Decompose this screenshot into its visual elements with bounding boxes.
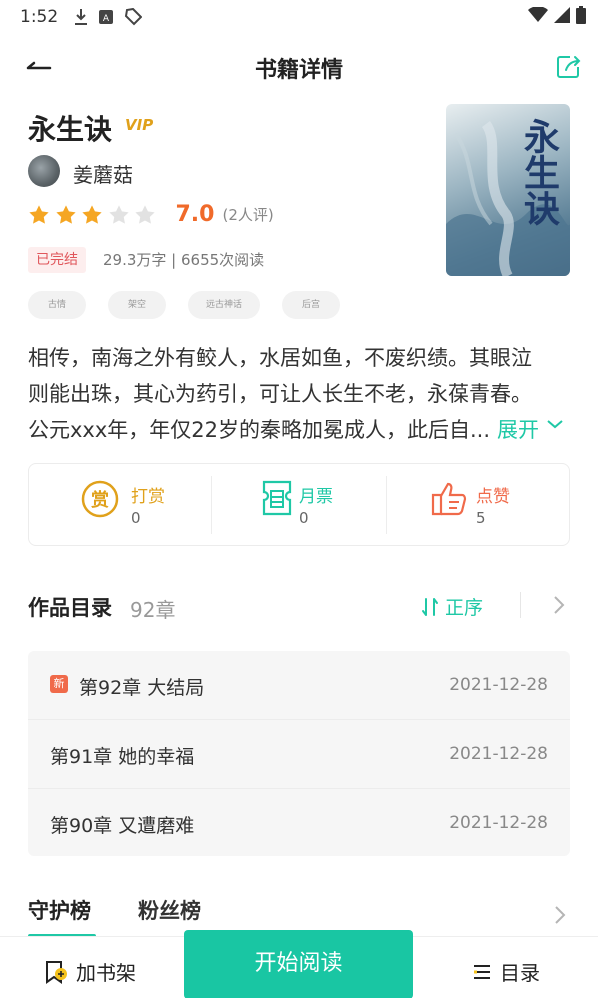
status-time: 1:52 [20,7,59,27]
tab-guardian-ranking[interactable]: 守护榜 [28,895,91,925]
reward-button[interactable]: 赏 打赏 0 [29,464,211,547]
star-filled-icon [55,204,76,224]
chapter-title: 第92章 大结局 [79,677,205,699]
rating-score: 7.0 [175,202,215,227]
reward-label: 打赏 [131,487,165,507]
chapter-date: 2021-12-28 [449,744,548,764]
chapter-row[interactable]: 新 第92章 大结局 2021-12-28 [28,651,570,719]
author-name[interactable]: 姜蘑菇 [73,159,133,188]
a-icon: A [99,10,113,24]
genre-tag[interactable]: 后宫 [282,291,340,319]
wifi-icon [528,7,548,22]
tab-fan-ranking[interactable]: 粉丝榜 [138,895,201,925]
share-icon[interactable] [554,52,584,82]
new-badge: 新 [50,675,68,693]
monthly-ticket-icon [262,480,292,516]
chapter-date: 2021-12-28 [449,675,548,695]
star-empty-icon [135,204,155,224]
rating-row: 7.0 (2人评) [28,202,274,227]
vip-badge: VIP [125,116,154,134]
star-filled-icon [82,204,102,224]
signal-icon [554,7,570,23]
system-icons [528,6,586,24]
genre-tag[interactable]: 古情 [28,291,86,319]
bottom-action-bar: 加书架 开始阅读 目录 [0,930,598,998]
like-count: 5 [476,509,486,527]
add-to-shelf-button[interactable]: 加书架 [44,957,136,986]
cover-title: 永生诀 [518,118,560,226]
chapter-list: 新 第92章 大结局 2021-12-28 第91章 她的幸福 2021-12-… [28,651,570,856]
like-label: 点赞 [476,487,510,507]
synopsis-line: 相传，南海之外有鲛人，水居如鱼，不废织绩。其眼泣 [28,346,532,370]
chapter-row[interactable]: 第90章 又遭磨难 2021-12-28 [28,788,570,856]
thumbs-up-icon [431,482,467,516]
chapter-date: 2021-12-28 [449,813,548,833]
status-bar: 1:52 A [0,0,598,36]
chapter-title: 第90章 又遭磨难 [50,815,195,837]
chevron-down-icon [547,420,563,429]
genre-tag[interactable]: 远古神话 [188,291,260,319]
monthly-ticket-count: 0 [299,509,309,527]
svg-text:赏: 赏 [91,489,109,511]
tag-icon [124,8,142,26]
add-to-shelf-label: 加书架 [76,961,136,985]
book-meta: 29.3万字 | 6655次阅读 [103,251,265,269]
book-synopsis: 相传，南海之外有鲛人，水居如鱼，不废织绩。其眼泣 则能出珠，其心为药引，可让人长… [28,340,568,448]
start-reading-button[interactable]: 开始阅读 [184,930,413,998]
rating-count: (2人评) [222,206,274,224]
chapter-row[interactable]: 第91章 她的幸福 2021-12-28 [28,719,570,787]
star-empty-icon [108,204,129,224]
divider [520,592,521,618]
navigation-bar: 书籍详情 [0,40,598,94]
monthly-ticket-label: 月票 [299,487,333,507]
toc-title: 作品目录 [28,596,112,620]
list-icon [474,964,490,979]
sort-label: 正序 [445,597,484,619]
expand-label: 展开 [497,418,539,442]
chevron-right-icon[interactable] [550,903,570,927]
like-button[interactable]: 点赞 5 [387,464,569,547]
status-badge: 已完结 [28,247,86,273]
support-actions-card: 赏 打赏 0 月票 0 点赞 5 [28,463,570,546]
book-title: 永生诀 [28,113,113,146]
battery-icon [576,6,586,24]
table-of-contents-button[interactable]: 目录 [472,957,540,986]
download-icon [75,9,87,25]
chapter-title: 第91章 她的幸福 [50,746,195,768]
author-avatar[interactable] [28,155,60,187]
notification-icons: A [74,8,142,26]
genre-tags: 古情 架空 远古神话 后宫 [28,291,340,319]
book-cover[interactable]: 永生诀 [446,104,570,276]
genre-tag[interactable]: 架空 [108,291,166,319]
reward-count: 0 [131,509,141,527]
bookmark-add-icon [46,960,67,984]
reward-icon: 赏 [81,480,119,518]
synopsis-line: 则能出珠，其心为药引，可让人长生不老，永葆青春。 [28,382,532,406]
chevron-right-icon[interactable] [549,593,569,617]
chapter-count: 92章 [130,598,176,622]
monthly-ticket-button[interactable]: 月票 0 [212,464,386,547]
table-of-contents-label: 目录 [500,961,540,985]
sort-order-button[interactable]: 正序 [421,593,483,620]
page-title: 书籍详情 [254,58,343,83]
svg-text:A: A [103,14,110,24]
synopsis-line: 公元xxx年，年仅22岁的秦略加冕成人，此后自... [28,418,491,442]
star-filled-icon [29,204,49,224]
rating-stars [28,204,161,226]
expand-synopsis-button[interactable]: 展开 [497,412,564,448]
sort-icon [422,597,438,616]
